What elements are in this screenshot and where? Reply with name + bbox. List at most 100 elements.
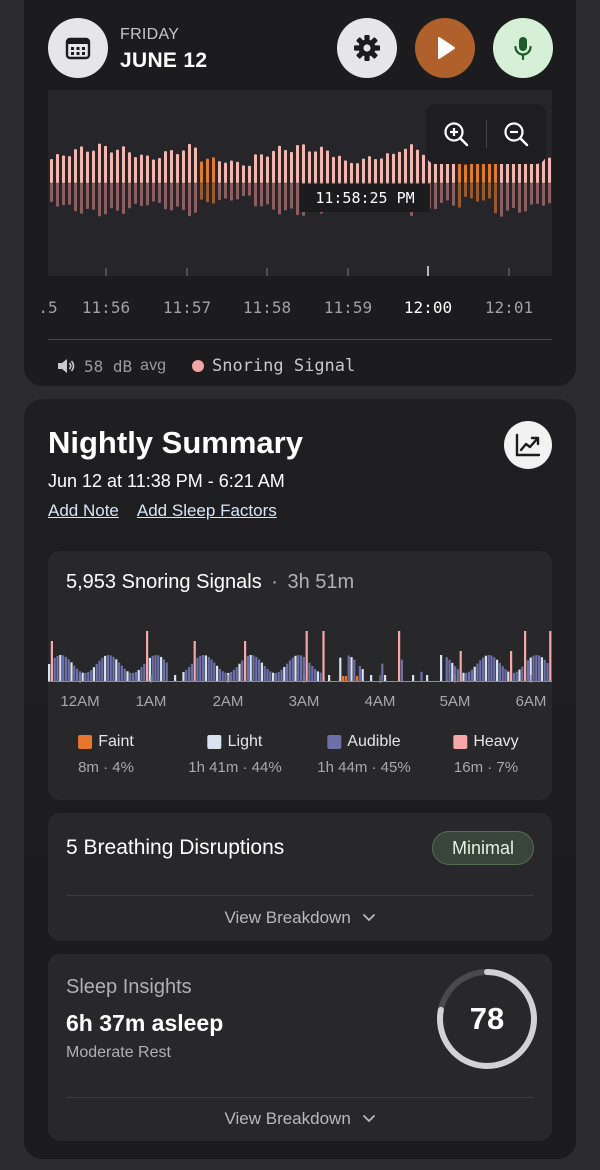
hour-label: 2AM xyxy=(212,693,244,710)
snore-bar xyxy=(504,669,507,681)
category-name: Light xyxy=(227,733,263,750)
wave-bar xyxy=(350,162,353,183)
snore-bar xyxy=(151,655,154,681)
snore-bar xyxy=(140,667,143,681)
play-button[interactable] xyxy=(415,18,475,78)
snore-bar xyxy=(283,666,286,681)
wave-bar xyxy=(122,183,125,214)
speaker-icon xyxy=(58,359,75,373)
wave-bar xyxy=(188,143,191,183)
wave-bar xyxy=(494,183,497,214)
wave-bar xyxy=(266,183,269,205)
wave-bar xyxy=(536,183,539,204)
heavy-swatch xyxy=(453,735,468,749)
wave-bar xyxy=(176,183,179,207)
category-name: Heavy xyxy=(473,733,519,750)
snore-bar xyxy=(470,669,473,681)
zoom-in-icon[interactable] xyxy=(442,120,470,148)
snore-bar xyxy=(412,675,415,681)
snore-bar xyxy=(328,675,331,681)
wave-bar xyxy=(200,161,203,183)
snore-bar xyxy=(73,665,76,681)
wave-bar xyxy=(248,165,251,183)
wave-bar xyxy=(50,183,53,203)
snore-bar xyxy=(188,667,191,681)
snore-categories: Faint 8m · 4% Light 1h 41m · 44% Audible… xyxy=(48,733,552,783)
snore-bar xyxy=(521,666,524,681)
category-heavy: Heavy 16m · 7% xyxy=(453,733,519,776)
snore-bar xyxy=(274,672,277,681)
wave-bar xyxy=(344,160,347,183)
view-breakdown-button[interactable]: View Breakdown xyxy=(48,1109,552,1129)
snore-bar xyxy=(316,671,319,681)
snore-bar xyxy=(398,631,401,681)
wave-bar xyxy=(296,183,299,216)
snore-bar xyxy=(440,655,443,681)
time-tick: .5 xyxy=(38,298,58,317)
wave-bar xyxy=(200,183,203,200)
wave-bar xyxy=(68,156,71,183)
snore-bar xyxy=(258,659,261,681)
snore-bar xyxy=(210,659,213,681)
snore-bar xyxy=(445,657,448,681)
snore-bar xyxy=(67,659,70,681)
trend-button[interactable] xyxy=(504,421,552,469)
wave-bar xyxy=(254,154,257,183)
microphone-button[interactable] xyxy=(493,18,553,78)
snore-bar xyxy=(50,641,53,681)
summary-title: Nightly Summary xyxy=(48,425,303,460)
snore-bar xyxy=(490,655,493,681)
snoring-timeline-chart[interactable] xyxy=(48,611,552,683)
time-tick: 11:57 xyxy=(162,298,212,317)
add-note-link[interactable]: Add Note xyxy=(48,501,119,521)
snore-bar xyxy=(515,671,518,681)
snore-bar xyxy=(543,659,546,681)
snore-bar xyxy=(462,672,465,681)
snore-bar xyxy=(244,641,247,681)
date-label: JUNE 12 xyxy=(120,49,208,72)
snore-bar xyxy=(507,671,510,681)
add-sleep-factors-link[interactable]: Add Sleep Factors xyxy=(137,501,277,521)
snore-bar xyxy=(524,631,527,681)
snore-bar xyxy=(479,660,482,681)
snore-bar xyxy=(456,669,459,681)
wave-bar xyxy=(470,162,473,183)
wave-bar xyxy=(242,165,245,183)
snore-bar xyxy=(190,663,193,681)
calendar-button[interactable] xyxy=(48,18,108,78)
wave-bar xyxy=(410,144,413,183)
snore-bar xyxy=(493,657,496,681)
wave-bar xyxy=(194,147,197,183)
snore-bar xyxy=(358,666,361,681)
wave-bar xyxy=(56,153,59,183)
wave-bar xyxy=(140,183,143,207)
snore-bar xyxy=(160,656,163,681)
wave-bar xyxy=(128,183,131,209)
sleep-insights-card[interactable]: Sleep Insights 6h 37m asleep Moderate Re… xyxy=(48,954,552,1141)
snore-bar xyxy=(311,665,314,681)
snore-bar xyxy=(143,663,146,681)
sleep-range: Jun 12 at 11:38 PM - 6:21 AM xyxy=(48,471,285,491)
chevron-down-icon xyxy=(362,914,375,922)
wave-bar xyxy=(458,183,461,208)
wave-bar xyxy=(524,183,527,212)
wave-bar xyxy=(104,145,107,183)
snore-bar xyxy=(350,657,353,681)
snore-bar xyxy=(291,657,294,681)
calendar-icon xyxy=(65,37,91,60)
breathing-card[interactable]: 5 Breathing Disruptions Minimal View Bre… xyxy=(48,813,552,941)
category-faint: Faint 8m · 4% xyxy=(78,733,134,776)
wave-bar xyxy=(134,156,137,183)
view-breakdown-button[interactable]: View Breakdown xyxy=(48,908,552,928)
snore-bar xyxy=(288,660,291,681)
wave-bar xyxy=(290,151,293,183)
snore-bar xyxy=(510,651,513,681)
snore-bar xyxy=(482,657,485,681)
zoom-out-icon[interactable] xyxy=(502,120,530,148)
snore-bar xyxy=(487,655,490,681)
settings-button[interactable] xyxy=(337,18,397,78)
breathing-title: 5 Breathing Disruptions xyxy=(66,836,285,859)
wave-bar xyxy=(488,162,491,183)
snoring-card[interactable]: 5,953 Snoring Signals · 3h 51m 12AM 1AM … xyxy=(48,551,552,800)
snoring-separator: · xyxy=(271,571,278,593)
